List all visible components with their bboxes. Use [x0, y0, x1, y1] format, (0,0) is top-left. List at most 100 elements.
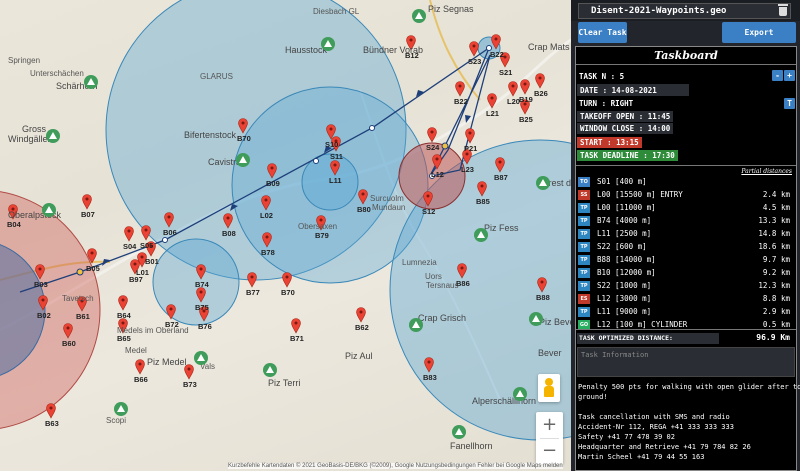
clear-task-button[interactable]: Clear Task [578, 22, 627, 43]
turnpoint-row[interactable]: GO L12 [100 m] CYLINDER 0.5 km [576, 319, 796, 332]
task-panel: Disent-2021-Waypoints.geo Clear Task Exp… [571, 0, 800, 471]
waypoint-pin-dot [409, 38, 413, 42]
place-label: Diesbach GL [313, 7, 360, 16]
waypoint-pin-dot [426, 194, 430, 198]
waypoint-pin-icon[interactable] [291, 318, 301, 334]
export-waypoints-button[interactable]: Export Waypoints [722, 22, 796, 58]
turnpoint-row[interactable]: TP L11 [9000 m] 2.9 km [576, 306, 796, 319]
waypoint-label: B26 [534, 89, 548, 98]
file-bar: Disent-2021-Waypoints.geo [571, 0, 800, 21]
waypoint-label: B74 [195, 280, 209, 289]
waypoint-pin-icon[interactable] [46, 403, 56, 419]
waypoint-label: B64 [117, 311, 131, 320]
turnpoint-name: L12 [3000 m] [597, 294, 652, 303]
waypoint-label: L23 [461, 165, 474, 174]
waypoint-pin-dot [250, 275, 254, 279]
mountain-icon [46, 129, 60, 143]
turnpoint-type-badge: TP [578, 216, 590, 226]
waypoint-pin-icon[interactable] [118, 295, 128, 311]
waypoint-pin-icon[interactable] [247, 272, 257, 288]
turnpoint-name: S01 [400 m] [597, 177, 647, 186]
peak-label: Bifertenstock [184, 130, 237, 140]
peak-label: Piz Beverin [539, 317, 571, 327]
turnpoint-row[interactable]: TP B10 [12000 m] 9.2 km [576, 267, 796, 280]
waypoint-label: B77 [246, 288, 260, 297]
waypoint-pin-icon[interactable] [520, 79, 530, 95]
waypoint-pin-icon[interactable] [469, 41, 479, 57]
waypoint-pin-icon[interactable] [82, 194, 92, 210]
turnpoint-type-badge: ES [578, 294, 590, 304]
turnpoint-row[interactable]: TO S01 [400 m] [576, 176, 796, 189]
waypoint-label: B19 [519, 95, 533, 104]
waypoint-label: S12 [422, 207, 436, 216]
waypoint-pin-icon[interactable] [455, 81, 465, 97]
waypoint-pin-dot [435, 157, 439, 161]
turnpoint-row[interactable]: TP L00 [11000 m] 4.5 km [576, 202, 796, 215]
turnpoint-row[interactable]: ES L12 [3000 m] 8.8 km [576, 293, 796, 306]
partial-distances-label: Partial distances [741, 168, 792, 175]
waypoint-pin-dot [167, 215, 171, 219]
task-minus-button[interactable]: - [772, 70, 783, 81]
waypoint-label: B22 [454, 97, 468, 106]
trash-icon[interactable] [778, 4, 788, 16]
waypoint-label: B72 [165, 320, 179, 329]
map-attribution[interactable]: Kurzbefehle Kartendaten © 2021 GeoBasis-… [228, 463, 563, 469]
mountain-icon [114, 402, 128, 416]
peak-label: Gross [22, 124, 47, 134]
waypoint-label: B04 [7, 220, 21, 229]
turnpoint-row[interactable]: TP L11 [2500 m] 14.8 km [576, 228, 796, 241]
turnpoint-distance: 4.5 km [762, 203, 790, 212]
place-label: Springen [8, 56, 41, 65]
turnpoint-row[interactable]: TP B74 [4000 m] 13.3 km [576, 215, 796, 228]
zoom-in-button[interactable]: + [536, 412, 563, 438]
waypoint-label: S23 [468, 57, 482, 66]
turnpoint-row[interactable]: SS L00 [15500 m] ENTRY 2.4 km [576, 189, 796, 202]
divider [576, 329, 796, 330]
waypoint-pin-icon[interactable] [124, 226, 134, 242]
waypoint-pin-dot [361, 192, 365, 196]
zoom-out-button[interactable]: − [536, 438, 563, 464]
waypoint-label: S21 [499, 68, 513, 77]
waypoint-label: B65 [117, 334, 131, 343]
place-label: Mundaun [372, 203, 406, 212]
turnpoint-distance: 0.5 km [762, 320, 790, 329]
task-info-line: ground! [578, 393, 608, 401]
waypoint-pin-icon[interactable] [135, 359, 145, 375]
turnpoint-row[interactable]: TP B88 [14000 m] 9.7 km [576, 254, 796, 267]
waypoint-pin-icon[interactable] [508, 81, 518, 97]
waypoint-label: B86 [456, 279, 470, 288]
waypoint-pin-icon[interactable] [465, 128, 475, 144]
task-plus-button[interactable]: + [784, 70, 795, 81]
place-label: Obersaxen [298, 222, 338, 231]
zoom-control: + − [536, 412, 563, 464]
waypoint-pin-dot [511, 84, 515, 88]
waypoint-pin-icon[interactable] [282, 272, 292, 288]
waypoint-pin-icon[interactable] [141, 225, 151, 241]
turn-direction: TURN : RIGHT [579, 99, 634, 108]
task-number: TASK N : 5 [579, 72, 625, 81]
turnpoint-type-badge: SS [578, 190, 590, 200]
map-view[interactable]: Diesbach GL Springen Unterschächen GLARUS Ta… [0, 0, 571, 471]
turnpoint-row[interactable]: TP S22 [1000 m] 12.3 km [576, 280, 796, 293]
waypoint-label: B62 [355, 323, 369, 332]
waypoint-pin-icon[interactable] [487, 93, 497, 109]
peak-label: Fanellhorn [450, 441, 493, 451]
mountain-icon [84, 75, 98, 89]
waypoint-pin-dot [472, 44, 476, 48]
waypoint-pin-dot [121, 321, 125, 325]
mountain-icon [409, 318, 423, 332]
street-view-pegman-icon[interactable] [538, 374, 560, 402]
turnpoint-type-badge: TP [578, 229, 590, 239]
turnpoint-name: B10 [12000 m] [597, 268, 656, 277]
task-info-textarea[interactable]: Task Information [577, 347, 795, 377]
waypoint-pin-dot [540, 280, 544, 284]
optimized-distance-label: TASK OPTIMIZED DISTANCE: [577, 333, 719, 344]
waypoint-pin-icon[interactable] [356, 307, 366, 323]
waypoint-label: B66 [134, 375, 148, 384]
taskboard-title: Taskboard [654, 49, 718, 62]
turnpoint-row[interactable]: TP S22 [600 m] 18.6 km [576, 241, 796, 254]
waypoint-label: B70 [281, 288, 295, 297]
turn-toggle-button[interactable]: T [784, 98, 795, 109]
waypoint-pin-icon[interactable] [535, 73, 545, 89]
task-date-field[interactable]: DATE : 14-08-2021 [577, 84, 689, 96]
